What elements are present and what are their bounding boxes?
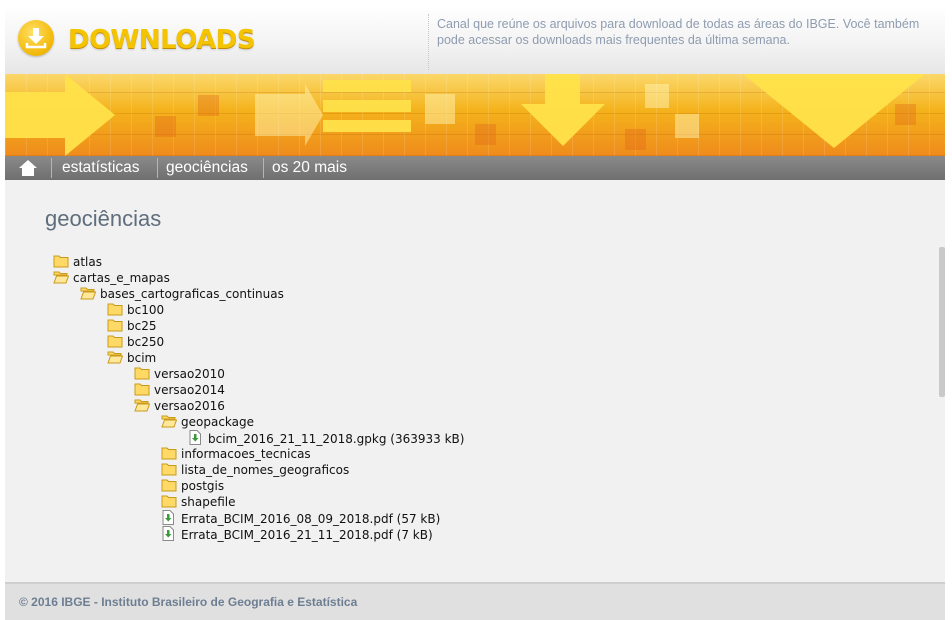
- tree-item-label: bcim: [127, 351, 157, 365]
- folder-icon: [107, 334, 123, 348]
- tree-item-label: cartas_e_mapas: [73, 271, 170, 285]
- tree-item-label: Errata_BCIM_2016_08_09_2018.pdf (57 kB): [181, 512, 441, 526]
- tree-folder-item[interactable]: bc250: [107, 334, 164, 350]
- tree-item-label: postgis: [181, 479, 225, 493]
- nav-divider: [157, 158, 158, 178]
- folder-icon: [134, 366, 150, 380]
- tree-folder-item[interactable]: lista_de_nomes_geograficos: [161, 462, 349, 478]
- tree-folder-item[interactable]: bcim: [107, 350, 156, 366]
- tree-item-label: geopackage: [181, 415, 255, 429]
- tree-folder-item[interactable]: bc25: [107, 318, 156, 334]
- download-file-icon: [188, 430, 204, 445]
- tree-item-label: bases_cartograficas_continuas: [100, 287, 284, 301]
- tree-item-label: atlas: [73, 255, 102, 269]
- nav-divider: [51, 158, 52, 178]
- folder-open-icon: [80, 286, 97, 300]
- download-logo-icon[interactable]: [18, 20, 54, 56]
- folder-open-icon: [134, 398, 151, 412]
- tree-item-label: bcim_2016_21_11_2018.gpkg (363933 kB): [208, 432, 465, 446]
- tree-folder-item[interactable]: bases_cartograficas_continuas: [80, 286, 284, 302]
- nav-divider: [263, 158, 264, 178]
- folder-icon: [134, 382, 150, 396]
- download-file-icon: [161, 526, 177, 541]
- tree-folder-item[interactable]: bc100: [107, 302, 164, 318]
- tree-item-label: Errata_BCIM_2016_21_11_2018.pdf (7 kB): [181, 528, 433, 542]
- header-divider: [428, 14, 429, 70]
- download-file-icon: [161, 510, 177, 525]
- tree-folder-item[interactable]: postgis: [161, 478, 224, 494]
- tree-file-link[interactable]: bcim_2016_21_11_2018.gpkg (363933 kB): [188, 430, 464, 446]
- folder-icon: [161, 494, 177, 508]
- folder-icon: [107, 318, 123, 332]
- folder-open-icon: [107, 350, 124, 364]
- logo-text[interactable]: DOWNLOADS: [68, 25, 256, 55]
- tree-folder-item[interactable]: atlas: [53, 254, 102, 270]
- folder-icon: [107, 302, 123, 316]
- tree-item-label: versao2016: [154, 399, 225, 413]
- tree-file-link[interactable]: Errata_BCIM_2016_08_09_2018.pdf (57 kB): [161, 510, 440, 526]
- tree-file-link[interactable]: Errata_BCIM_2016_21_11_2018.pdf (7 kB): [161, 526, 433, 542]
- scrollbar[interactable]: [939, 247, 945, 397]
- tree-folder-item[interactable]: shapefile: [161, 494, 236, 510]
- nav-item-estatisticas[interactable]: estatísticas: [62, 156, 140, 180]
- folder-icon: [161, 462, 177, 476]
- folder-open-icon: [161, 414, 178, 428]
- home-icon: [19, 160, 37, 176]
- header-description: Canal que reúne os arquivos para downloa…: [437, 17, 920, 47]
- footer: © 2016 IBGE - Instituto Brasileiro de Ge…: [5, 582, 945, 620]
- folder-open-icon: [53, 270, 70, 284]
- tree-folder-item[interactable]: versao2016: [134, 398, 225, 414]
- tree-item-label: versao2014: [154, 383, 225, 397]
- tree-item-label: bc25: [127, 319, 157, 333]
- tree-item-label: bc250: [127, 335, 165, 349]
- tree-item-label: bc100: [127, 303, 165, 317]
- tree-folder-item[interactable]: versao2014: [134, 382, 225, 398]
- nav-bar: estatísticas geociências os 20 mais: [5, 156, 945, 180]
- tree-item-label: informacoes_tecnicas: [181, 447, 311, 461]
- page: DOWNLOADS Canal que reúne os arquivos pa…: [5, 6, 945, 620]
- tree-folder-item[interactable]: cartas_e_mapas: [53, 270, 170, 286]
- nav-home-button[interactable]: [5, 156, 50, 180]
- nav-item-geociencias[interactable]: geociências: [166, 156, 248, 180]
- page-title: geociências: [45, 206, 162, 231]
- folder-icon: [161, 446, 177, 460]
- tree-item-label: shapefile: [181, 495, 236, 509]
- folder-icon: [53, 254, 69, 268]
- tree-folder-item[interactable]: informacoes_tecnicas: [161, 446, 311, 462]
- tree-folder-item[interactable]: geopackage: [161, 414, 254, 430]
- tree-item-label: versao2010: [154, 367, 225, 381]
- tree-folder-item[interactable]: versao2010: [134, 366, 225, 382]
- footer-copyright: © 2016 IBGE - Instituto Brasileiro de Ge…: [19, 595, 358, 609]
- tree-item-label: lista_de_nomes_geograficos: [181, 463, 350, 477]
- nav-item-os-20-mais[interactable]: os 20 mais: [272, 156, 347, 180]
- header: DOWNLOADS Canal que reúne os arquivos pa…: [5, 6, 945, 74]
- folder-icon: [161, 478, 177, 492]
- banner-image: [5, 74, 945, 156]
